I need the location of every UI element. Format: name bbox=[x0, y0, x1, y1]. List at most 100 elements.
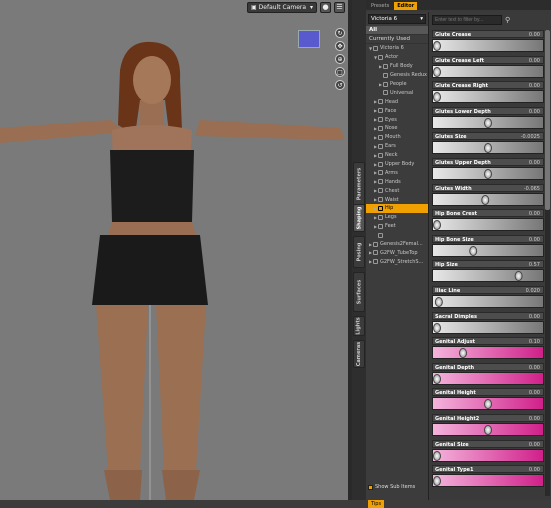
property-slider[interactable]: Iliac Line 0.020 bbox=[432, 285, 544, 312]
3d-viewport[interactable]: ▣ Default Camera ▾ ● ☰ ↻ ✥ ⊕ □ ↺ bbox=[0, 0, 348, 500]
tree-item[interactable]: ▶ Chest bbox=[366, 186, 428, 195]
property-slider[interactable]: Genital Height2 0.00 bbox=[432, 413, 544, 440]
property-slider[interactable]: Glutes Lower Depth 0.00 bbox=[432, 106, 544, 133]
property-slider[interactable]: Glutes Upper Depth 0.00 bbox=[432, 157, 544, 184]
tree-item[interactable]: ▶ Legs bbox=[366, 213, 428, 222]
tree-item[interactable]: ▶ Nose bbox=[366, 124, 428, 133]
tree-item[interactable]: ▶ G2FW_StretchS... bbox=[366, 257, 428, 266]
slider-handle[interactable] bbox=[433, 476, 441, 487]
reset-view-icon[interactable]: ↺ bbox=[335, 80, 345, 90]
slider-handle[interactable] bbox=[484, 424, 492, 435]
list-item[interactable]: Currently Used bbox=[366, 35, 428, 44]
slider-value[interactable]: -0.0025 bbox=[521, 134, 540, 140]
tree-item[interactable]: ▶ Ears bbox=[366, 142, 428, 151]
figure-model[interactable] bbox=[0, 0, 348, 500]
slider-handle[interactable] bbox=[433, 220, 441, 231]
property-slider[interactable]: Genital Depth 0.00 bbox=[432, 362, 544, 389]
property-slider[interactable]: Sacral Dimples 0.00 bbox=[432, 311, 544, 338]
tab-lights[interactable]: Lights bbox=[353, 316, 365, 336]
slider-track[interactable] bbox=[432, 39, 544, 52]
slider-value[interactable]: 0.00 bbox=[529, 442, 540, 448]
property-slider[interactable]: Genital Height 0.00 bbox=[432, 388, 544, 414]
list-item[interactable]: All bbox=[366, 26, 428, 35]
property-slider[interactable]: Genital Adjust 0.10 bbox=[432, 337, 544, 363]
frame-icon[interactable]: □ bbox=[335, 67, 345, 77]
property-slider[interactable]: Glute Crease Left 0.00 bbox=[432, 55, 544, 82]
slider-value[interactable]: 0.57 bbox=[529, 262, 540, 268]
tree-item[interactable]: ▶ Neck bbox=[366, 151, 428, 160]
slider-handle[interactable] bbox=[433, 373, 441, 384]
slider-value[interactable]: 0.00 bbox=[529, 416, 540, 422]
slider-track[interactable] bbox=[432, 474, 544, 488]
tab-presets[interactable]: Presets bbox=[368, 2, 392, 10]
tab-posing[interactable]: Posing bbox=[353, 236, 365, 268]
slider-value[interactable]: 0.00 bbox=[529, 314, 540, 320]
tree-item[interactable]: ▼ Actor bbox=[366, 53, 428, 62]
checkbox-icon[interactable] bbox=[368, 484, 373, 490]
slider-value[interactable]: 0.020 bbox=[526, 288, 540, 294]
slider-value[interactable]: 0.00 bbox=[529, 32, 540, 38]
slider-track[interactable] bbox=[432, 269, 544, 283]
tree-item[interactable]: ▶ Head bbox=[366, 97, 428, 106]
slider-track[interactable] bbox=[432, 192, 544, 206]
slider-handle[interactable] bbox=[433, 92, 441, 103]
tree-item[interactable]: ▶ Face bbox=[366, 106, 428, 115]
slider-track[interactable] bbox=[432, 218, 544, 232]
tab-shaping[interactable]: Shaping bbox=[353, 204, 365, 232]
slider-handle[interactable] bbox=[484, 399, 492, 410]
tree-item[interactable]: ▶ Eyes bbox=[366, 115, 428, 124]
slider-track[interactable] bbox=[432, 294, 544, 308]
tree-item[interactable] bbox=[366, 231, 428, 240]
tab-editor[interactable]: Editor bbox=[394, 2, 418, 10]
tab-surfaces[interactable]: Surfaces bbox=[353, 272, 365, 312]
slider-track[interactable] bbox=[432, 243, 544, 257]
slider-track[interactable] bbox=[432, 166, 544, 180]
property-slider[interactable]: Genital Size 0.00 bbox=[432, 439, 544, 466]
orbit-icon[interactable]: ↻ bbox=[335, 28, 345, 38]
slider-value[interactable]: 0.00 bbox=[529, 467, 540, 473]
property-slider[interactable]: Hip Bone Size 0.00 bbox=[432, 234, 544, 261]
view-cube[interactable] bbox=[298, 30, 320, 48]
filter-input[interactable] bbox=[432, 14, 502, 25]
slider-handle[interactable] bbox=[433, 322, 441, 333]
property-slider[interactable]: Hip Bone Crest 0.00 bbox=[432, 209, 544, 235]
tree-item[interactable]: ▶ G2FW_TubeTop bbox=[366, 248, 428, 257]
tree-item[interactable]: ▶ Mouth bbox=[366, 133, 428, 142]
scrollbar-thumb[interactable] bbox=[545, 30, 550, 210]
slider-track[interactable] bbox=[432, 371, 544, 385]
slider-value[interactable]: 0.00 bbox=[529, 160, 540, 166]
tree-item[interactable]: Universal bbox=[366, 88, 428, 97]
slider-value[interactable]: 0.00 bbox=[529, 109, 540, 115]
slider-track[interactable] bbox=[432, 320, 544, 334]
tree-item[interactable]: ▶ Hip bbox=[366, 204, 428, 213]
property-slider[interactable]: Glutes Width -0.065 bbox=[432, 183, 544, 210]
slider-track[interactable] bbox=[432, 422, 544, 436]
tab-parameters[interactable]: Parameters bbox=[353, 162, 365, 206]
slider-track[interactable] bbox=[432, 448, 544, 462]
slider-value[interactable]: 0.00 bbox=[529, 211, 540, 217]
search-icon[interactable]: ⚲ bbox=[505, 16, 510, 24]
slider-handle[interactable] bbox=[484, 168, 492, 179]
tab-cameras[interactable]: Cameras bbox=[353, 340, 365, 368]
slider-value[interactable]: 0.00 bbox=[529, 237, 540, 243]
property-slider[interactable]: Genital Type1 0.00 bbox=[432, 465, 544, 491]
slider-value[interactable]: 0.00 bbox=[529, 365, 540, 371]
property-slider[interactable]: Hip Size 0.57 bbox=[432, 260, 544, 286]
slider-track[interactable] bbox=[432, 346, 544, 360]
property-slider[interactable]: Glute Crease 0.00 bbox=[432, 30, 544, 56]
tree-item[interactable]: Genesis Redux bbox=[366, 71, 428, 80]
slider-track[interactable] bbox=[432, 397, 544, 411]
slider-track[interactable] bbox=[432, 141, 544, 155]
slider-track[interactable] bbox=[432, 64, 544, 78]
slider-handle[interactable] bbox=[433, 41, 441, 51]
property-slider[interactable]: Glute Crease Right 0.00 bbox=[432, 81, 544, 107]
slider-track[interactable] bbox=[432, 90, 544, 104]
slider-handle[interactable] bbox=[484, 143, 492, 154]
figure-select[interactable]: Victoria 6 ▾ bbox=[368, 14, 426, 24]
zoom-icon[interactable]: ⊕ bbox=[335, 54, 345, 64]
slider-handle[interactable] bbox=[484, 117, 492, 128]
slider-value[interactable]: 0.00 bbox=[529, 83, 540, 89]
slider-handle[interactable] bbox=[433, 66, 441, 77]
property-slider[interactable]: Glutes Size -0.0025 bbox=[432, 132, 544, 158]
slider-handle[interactable] bbox=[435, 296, 444, 307]
